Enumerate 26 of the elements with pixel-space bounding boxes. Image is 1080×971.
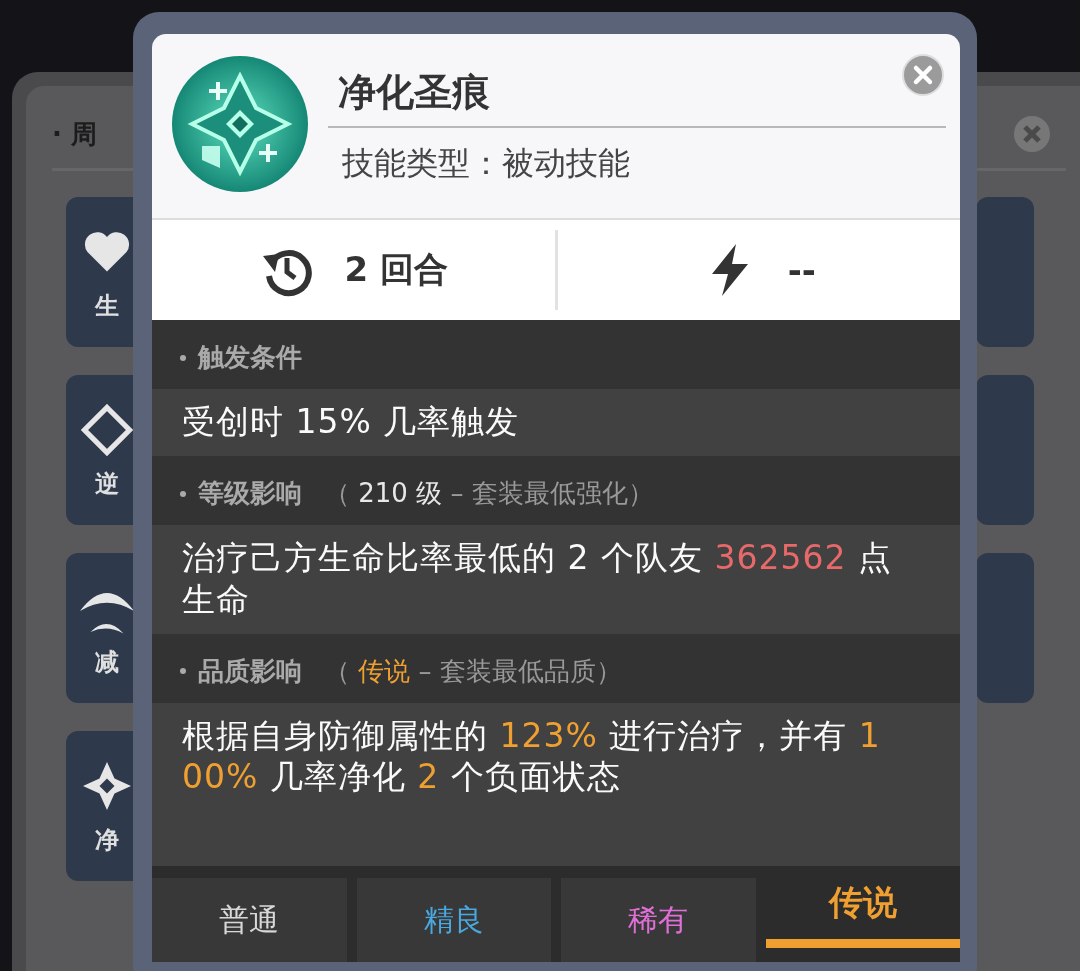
close-button[interactable] <box>902 54 944 96</box>
skill-card[interactable] <box>976 375 1034 525</box>
skill-card[interactable] <box>976 553 1034 703</box>
quality-tab[interactable]: 传说 <box>765 866 960 948</box>
quality-tab[interactable]: 普通 <box>152 878 347 962</box>
section-note: （ 210 级 – 套装最低强化） <box>324 477 654 511</box>
section-note: （ 传说 – 套装最低品质） <box>324 654 622 688</box>
skill-type: 技能类型：被动技能 <box>341 143 631 184</box>
section-description: 受创时 15% 几率触发 <box>182 402 520 441</box>
close-icon <box>912 64 934 86</box>
section-title: 品质影响 <box>198 654 302 688</box>
stat-value: 2 回合 <box>344 248 448 291</box>
section-description: 治疗己方生命比率最低的 2 个队友 362562 点生命 <box>182 538 892 619</box>
quality-tab[interactable]: 稀有 <box>561 878 756 962</box>
skill-card[interactable] <box>976 197 1034 347</box>
panel-title: · 周 <box>52 117 97 151</box>
section-title: 等级影响 <box>198 477 302 511</box>
bullet-icon <box>180 490 186 497</box>
bullet-icon <box>180 668 186 675</box>
stat-value: -- <box>787 250 816 290</box>
section-title: 触发条件 <box>198 341 302 374</box>
bullet-icon <box>180 354 186 361</box>
quality-tab[interactable]: 精良 <box>356 878 551 962</box>
section-description: 根据自身防御属性的 123% 进行治疗，并有 100% 几率净化 2 个负面状态 <box>182 715 881 796</box>
close-icon[interactable] <box>1012 114 1052 154</box>
emblem-icon <box>172 56 308 192</box>
